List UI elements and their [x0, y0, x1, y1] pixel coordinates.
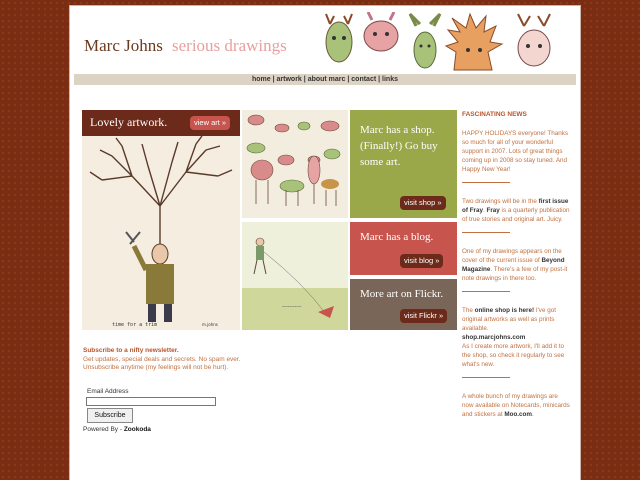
flickr-tile[interactable]: More art on Flickr. visit Flickr »: [350, 279, 457, 330]
lovely-artwork-tile[interactable]: time for a trim m.johns Lovely artwork. …: [82, 110, 240, 330]
main-nav: home | artwork | about marc | contact | …: [74, 74, 576, 85]
visit-blog-button[interactable]: visit blog »: [400, 254, 444, 268]
shop-url-link[interactable]: shop.marcjohns.com: [462, 334, 525, 341]
svg-text:~~~~~~~~: ~~~~~~~~: [282, 304, 302, 309]
news-divider: [462, 182, 510, 183]
creature-heads-illustration: [325, 12, 551, 71]
online-shop-link[interactable]: online shop is here!: [475, 307, 534, 314]
nav-artwork[interactable]: artwork: [277, 76, 302, 83]
kite-man-illustration: ~~~~~~~~: [242, 237, 348, 330]
news-item-beyond: One of my drawings appears on the cover …: [462, 248, 568, 282]
news-divider: [462, 377, 510, 378]
news-sidebar: FASCINATING NEWS HAPPY HOLIDAYS everyone…: [462, 110, 570, 425]
zookoda-link[interactable]: Zookoda: [124, 426, 151, 433]
blog-text: Marc has a blog.: [360, 231, 434, 243]
email-label: Email Address: [87, 388, 129, 395]
flickr-text: More art on Flickr.: [360, 288, 444, 300]
powered-prefix: Powered By -: [83, 426, 124, 433]
nav-home[interactable]: home: [252, 76, 271, 83]
view-art-button[interactable]: view art »: [190, 116, 231, 130]
news-item-shop: The online shop is here! I've got origin…: [462, 307, 565, 368]
nav-links[interactable]: links: [382, 76, 398, 83]
pig-animals-art-tile[interactable]: [242, 110, 348, 218]
nav-about[interactable]: about marc: [308, 76, 346, 83]
pig-animals-illustration: [246, 114, 341, 206]
kite-man-art-tile[interactable]: ~~~~~~~~: [242, 222, 348, 330]
email-input[interactable]: [86, 397, 216, 406]
newsletter-heading: Subscribe to a nifty newsletter.: [83, 347, 179, 354]
tree-man-illustration: time for a trim m.johns: [89, 136, 233, 328]
news-item-holidays: HAPPY HOLIDAYS everyone! Thanks so much …: [462, 130, 569, 173]
blog-tile[interactable]: Marc has a blog. visit blog »: [350, 222, 457, 275]
lovely-caption: time for a trim: [112, 322, 157, 328]
visit-flickr-button[interactable]: visit Flickr »: [400, 309, 448, 323]
newsletter-section: Subscribe to a nifty newsletter. Get upd…: [83, 347, 243, 373]
lovely-signature: m.johns: [202, 322, 218, 327]
nav-contact[interactable]: contact: [351, 76, 376, 83]
header: Marc Johns serious drawings: [74, 10, 576, 72]
lovely-title: Lovely artwork.: [90, 115, 168, 129]
shop-text: Marc has a shop. (Finally!) Go buy some …: [360, 124, 438, 168]
news-item-moo: A whole bunch of my drawings are now ava…: [462, 393, 570, 418]
visit-shop-button[interactable]: visit shop »: [400, 196, 446, 210]
site-name[interactable]: Marc Johns: [84, 36, 163, 56]
news-title: FASCINATING NEWS: [462, 111, 527, 118]
powered-by: Powered By - Zookoda: [83, 426, 151, 433]
news-divider: [462, 291, 510, 292]
news-item-fray: Two drawings will be in the first issue …: [462, 198, 570, 223]
newsletter-description: Get updates, special deals and secrets. …: [83, 355, 241, 372]
news-divider: [462, 232, 510, 233]
shop-tile[interactable]: Marc has a shop. (Finally!) Go buy some …: [350, 110, 457, 218]
site-tagline: serious drawings: [172, 36, 287, 55]
moo-link[interactable]: Moo.com: [504, 411, 532, 418]
subscribe-button[interactable]: Subscribe: [87, 408, 133, 423]
